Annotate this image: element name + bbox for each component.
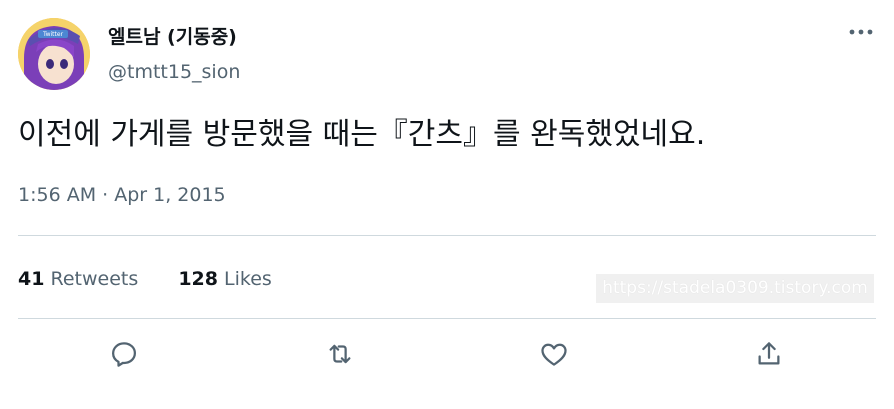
tweet-text: 이전에 가게를 방문했을 때는『간츠』를 완독했었네요.: [18, 117, 706, 152]
watermark: https://stadela0309.tistory.com: [596, 274, 874, 303]
share-button[interactable]: [752, 337, 786, 371]
tweet-timestamp[interactable]: 1:56 AM · Apr 1, 2015: [18, 183, 226, 207]
like-icon: [541, 343, 567, 366]
retweets-stat[interactable]: 41 Retweets: [18, 266, 138, 292]
retweets-count: 41: [18, 268, 45, 290]
retweet-button[interactable]: [323, 337, 357, 371]
like-button[interactable]: [537, 337, 571, 371]
tweet-stats: 41 Retweets 128 Likes: [18, 266, 272, 292]
svg-text:Twitter: Twitter: [42, 31, 64, 38]
share-icon: [758, 342, 780, 365]
retweet-icon: [329, 344, 351, 364]
retweets-label: Retweets: [50, 268, 139, 290]
more-icon[interactable]: [848, 22, 874, 42]
avatar[interactable]: Twitter: [18, 18, 90, 90]
likes-count: 128: [178, 268, 218, 290]
user-handle[interactable]: @tmtt15_sion: [108, 60, 240, 84]
likes-label: Likes: [224, 268, 272, 290]
divider: [18, 235, 876, 236]
reply-button[interactable]: [107, 337, 141, 371]
likes-stat[interactable]: 128 Likes: [178, 266, 272, 292]
display-name[interactable]: 엘트남 (기동중): [108, 25, 237, 49]
reply-icon: [112, 342, 136, 367]
divider: [18, 318, 876, 319]
